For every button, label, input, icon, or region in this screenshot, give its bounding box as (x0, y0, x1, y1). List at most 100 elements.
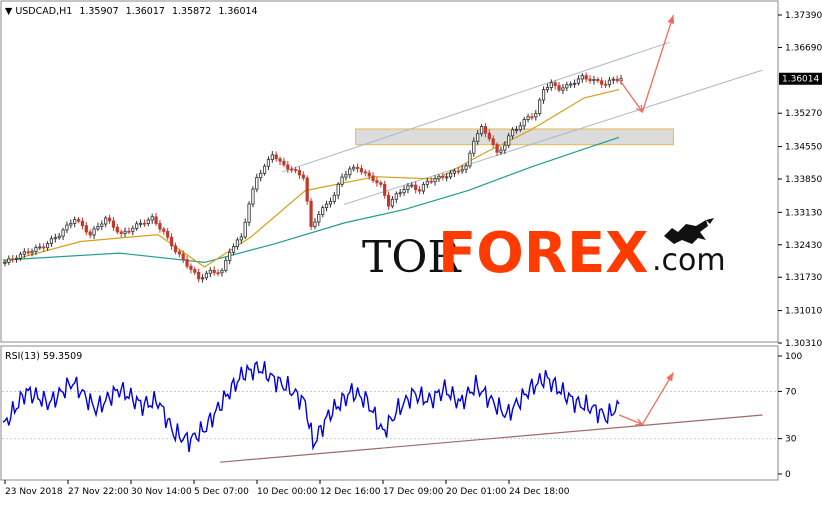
x-tick-label: 20 Dec 01:00 (446, 487, 507, 497)
candle-body (220, 269, 224, 274)
price-y-tick-label: 1.31730 (785, 273, 822, 283)
ohlc-close: 1.36014 (218, 6, 257, 17)
price-y-tick-label: 1.36690 (785, 43, 822, 53)
candle-body (615, 78, 619, 82)
candle-body (290, 168, 294, 171)
candle-body (367, 172, 371, 177)
candle-body (530, 116, 534, 119)
candle-body (425, 180, 429, 185)
candle-body (476, 133, 480, 142)
price-y-tick-label: 1.35270 (785, 109, 822, 119)
candle-body (607, 79, 612, 86)
candle-body (119, 231, 123, 234)
candle-body (166, 230, 170, 238)
candle-body (507, 135, 511, 146)
candle-body (406, 185, 410, 190)
symbol-header: ▼ USDCAD,H1 1.35907 1.36017 1.35872 1.36… (5, 6, 258, 17)
candle-body (73, 219, 77, 224)
candle-body (177, 251, 181, 255)
x-tick-label: 5 Dec 07:00 (194, 487, 249, 497)
rsi-panel (0, 345, 779, 481)
candle-body (321, 207, 325, 215)
candle-body (212, 269, 216, 274)
rsi-y-tick-label: 0 (785, 470, 791, 480)
candle-body (569, 83, 573, 86)
candle-body (611, 78, 615, 81)
x-tick-label: 27 Nov 22:00 (68, 487, 129, 497)
candle-body (394, 193, 398, 200)
candle-body (146, 219, 150, 224)
rsi-y-tick-label: 30 (785, 435, 797, 445)
candle-body (313, 221, 317, 227)
candle-body (239, 236, 243, 241)
candle-body (123, 230, 127, 234)
candle-body (88, 231, 92, 236)
candle-body (266, 159, 271, 167)
candle-body (383, 183, 387, 196)
candle-body (22, 251, 26, 255)
candle-body (57, 235, 61, 239)
candle-body (402, 189, 406, 194)
candle-body (348, 168, 352, 176)
candle-body (181, 253, 185, 260)
candle-body (549, 82, 553, 88)
candle-body (297, 170, 302, 176)
candle-body (301, 174, 305, 179)
candle-body (510, 129, 515, 137)
candle-body (104, 217, 108, 225)
candle-body (576, 78, 581, 84)
candle-body (243, 221, 247, 238)
candle-body (456, 170, 460, 173)
candle-body (138, 222, 143, 225)
candle-body (541, 89, 546, 101)
candle-body (96, 226, 100, 230)
candle-body (255, 177, 259, 190)
candle-body (131, 227, 135, 232)
candle-body (111, 220, 116, 228)
candle-body (545, 87, 550, 91)
candle-body (491, 138, 495, 145)
candle-body (49, 238, 54, 244)
candle-body (557, 85, 561, 91)
candle-body (584, 75, 588, 80)
price-y-tick-label: 1.37390 (785, 11, 822, 21)
x-tick-label: 30 Nov 14:00 (131, 487, 192, 497)
candle-body (251, 188, 255, 205)
candle-body (375, 180, 379, 184)
candle-body (259, 172, 263, 178)
candle-body (208, 269, 212, 274)
x-tick-label: 23 Nov 2018 (5, 487, 63, 497)
candle-body (495, 144, 499, 153)
candle-body (371, 175, 375, 181)
candle-body (84, 225, 88, 233)
candle-body (309, 200, 313, 227)
candle-body (487, 132, 491, 140)
candle-body (115, 226, 119, 233)
candle-body (336, 183, 340, 196)
candle-body (317, 214, 321, 223)
candle-body (235, 239, 240, 247)
rsi-header: RSI(13) 59.3509 (5, 351, 82, 362)
candle-body (262, 165, 267, 174)
candle-body (363, 171, 367, 174)
candle-body (189, 265, 193, 270)
candle-body (417, 189, 422, 192)
candle-body (200, 277, 205, 280)
candle-body (468, 152, 472, 167)
candle-body (193, 269, 197, 273)
watermark-forex: FOREX (438, 221, 648, 286)
candle-body (352, 166, 356, 170)
candle-body (479, 126, 484, 135)
candle-body (169, 236, 174, 247)
candle-body (42, 246, 46, 249)
candle-body (135, 223, 139, 229)
price-y-tick-label: 1.34550 (785, 143, 822, 153)
ohlc-open: 1.35907 (79, 6, 118, 17)
candle-body (92, 228, 96, 236)
x-tick-label: 17 Dec 09:00 (383, 487, 444, 497)
candle-body (228, 251, 232, 261)
candle-body (565, 84, 569, 89)
candle-body (421, 183, 426, 192)
candle-body (324, 203, 329, 209)
candle-body (472, 140, 476, 154)
